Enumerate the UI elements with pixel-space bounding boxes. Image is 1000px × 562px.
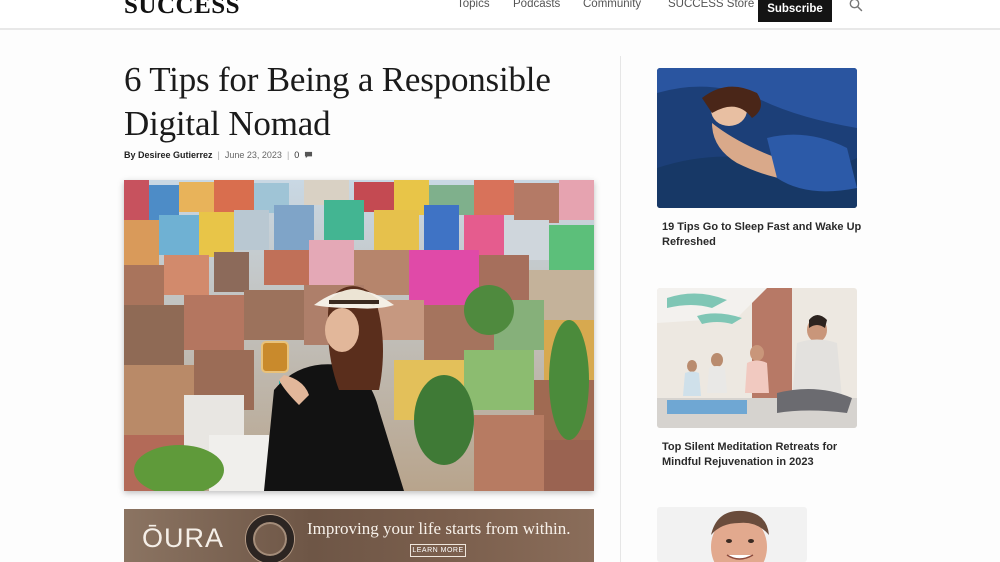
site-logo[interactable]: SUCCESS — [124, 0, 240, 20]
sidebar-card-image-meditation[interactable] — [657, 288, 857, 428]
sidebar-card-image-portrait[interactable] — [657, 507, 807, 562]
byline: By Desiree Gutierrez | June 23, 2023 | 0 — [124, 150, 313, 160]
sidebar-card-image-sleep[interactable] — [657, 68, 857, 208]
nav-podcasts[interactable]: Podcasts — [513, 0, 560, 10]
ad-brand-logo: ŌURA — [142, 523, 225, 553]
ad-headline: Improving your life starts from within. — [307, 519, 571, 538]
nav-success-store[interactable]: SUCCESS Store — [668, 0, 754, 10]
byline-separator: | — [217, 150, 220, 160]
nav-community[interactable]: Community — [583, 0, 641, 10]
subscribe-button[interactable]: Subscribe — [758, 0, 832, 22]
sidebar-card-title[interactable]: 19 Tips Go to Sleep Fast and Wake Up Ref… — [662, 220, 862, 250]
byline-separator: | — [286, 150, 290, 160]
sidebar-card-title[interactable]: Top Silent Meditation Retreats for Mindf… — [662, 440, 862, 470]
site-header: SUCCESS Topics Podcasts Community SUCCES… — [0, 0, 1000, 30]
comment-icon[interactable] — [304, 151, 313, 159]
author-name[interactable]: By Desiree Gutierrez — [124, 150, 213, 160]
learn-more-button[interactable]: LEARN MORE — [410, 544, 466, 557]
search-icon[interactable] — [848, 0, 864, 13]
column-divider — [620, 56, 621, 562]
comment-count[interactable]: 0 — [294, 150, 299, 160]
article-title: 6 Tips for Being a Responsible Digital N… — [124, 60, 551, 143]
hero-image — [124, 180, 594, 491]
ring-image — [246, 515, 294, 562]
oura-ad-banner[interactable]: ŌURA Improving your life starts from wit… — [124, 509, 594, 562]
publish-date: June 23, 2023 — [224, 150, 282, 160]
nav-topics[interactable]: Topics — [457, 0, 490, 10]
